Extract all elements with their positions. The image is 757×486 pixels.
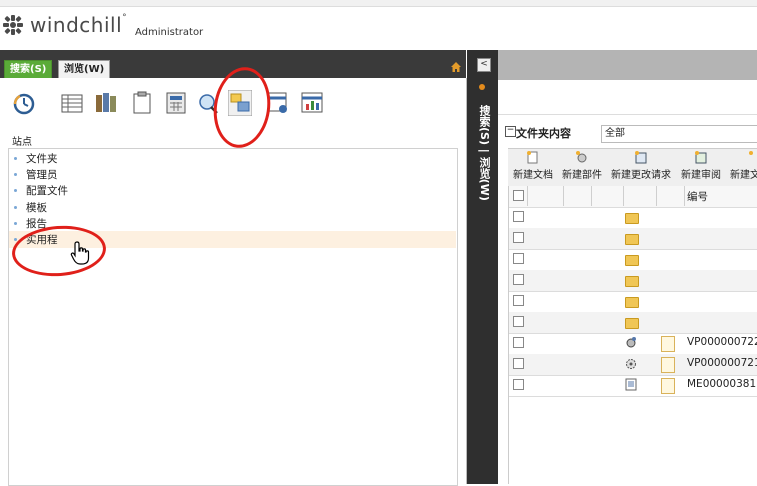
table-row[interactable]: VP000000722 [509,333,757,355]
column-divider [527,186,528,206]
action-label: 新建更改请求 [611,170,671,181]
action-label: 新建部件 [562,170,602,181]
list-icon[interactable] [60,90,84,116]
tree-item-folders[interactable]: 文件夹 [14,151,58,167]
tree-item-label: 管理员 [26,169,58,181]
table-row[interactable] [509,228,757,250]
pin-dot-icon [479,84,485,90]
select-all-checkbox[interactable] [513,190,524,201]
new-document-button[interactable]: 新建文档 [513,151,553,181]
logo-trademark: ° [122,13,128,23]
row-checkbox[interactable] [513,379,524,390]
document-status-icon [661,357,675,373]
row-checkbox[interactable] [513,316,524,327]
windchill-logo-text: windchill° [30,13,127,37]
row-checkbox[interactable] [513,253,524,264]
row-checkbox[interactable] [513,337,524,348]
table-row[interactable] [509,291,757,313]
folder-icon [625,297,639,308]
row-number[interactable]: ME00000381 [687,378,756,390]
recent-icon[interactable] [12,90,36,116]
action-label: 新建文 [730,170,757,181]
navigator-toolbar [8,90,338,120]
part-assembly-icon [626,337,636,348]
folder-icon [625,213,639,224]
site-label: 站点 [12,137,32,148]
table-row[interactable] [509,249,757,271]
row-checkbox[interactable] [513,358,524,369]
new-more-button[interactable]: 新建文 [730,151,757,181]
windchill-logo-icon [3,15,23,35]
row-checkbox[interactable] [513,295,524,306]
table-header-row: 编号 [509,186,757,208]
new-change-request-button[interactable]: 新建更改请求 [611,151,671,181]
column-divider [591,186,592,206]
logo-wordmark: windchill [30,13,123,37]
actions-toolbar: 新建文档 新建部件 新建更改请求 新建审阅 新建文 [508,148,757,187]
column-divider [684,186,685,206]
navigation-tree [8,148,458,486]
folder-icon [625,255,639,266]
home-icon[interactable] [450,61,462,73]
action-label: 新建文档 [513,170,553,181]
folder-contents-table: 编号 VP000000722 VP000000721 ME00000381 [508,186,757,484]
right-panel-subheader [498,80,757,115]
browser-top-strip [0,0,757,7]
tree-bullet-icon [14,206,17,209]
new-more-icon [749,151,753,155]
row-checkbox[interactable] [513,211,524,222]
calculator-icon[interactable] [164,90,188,116]
table-row[interactable] [509,207,757,229]
new-part-button[interactable]: 新建部件 [562,151,602,181]
tree-item-profiles[interactable]: 配置文件 [14,183,68,199]
document-status-icon [661,336,675,352]
new-part-icon [576,151,587,163]
view-filter-select[interactable]: 全部 [601,125,757,143]
tab-browse[interactable]: 浏览(W) [58,60,111,78]
tree-bullet-icon [14,157,17,160]
tree-item-label: 模板 [26,202,47,214]
row-checkbox[interactable] [513,232,524,243]
folder-contents-title: 文件夹内容 [516,127,571,140]
right-panel-header [498,50,757,80]
table-row[interactable]: ME00000381 [509,375,757,397]
books-icon[interactable] [94,90,118,116]
row-number[interactable]: VP000000721 [687,357,757,369]
tree-item-label: 配置文件 [26,185,68,197]
vertical-tab-label[interactable]: 搜索(S) | 浏览(W) [476,105,492,201]
tree-bullet-icon [14,222,17,225]
report-icon[interactable] [300,90,324,116]
folder-icon [625,234,639,245]
table-row[interactable] [509,312,757,334]
tree-item-templates[interactable]: 模板 [14,200,47,216]
column-divider [656,186,657,206]
document-status-icon [661,378,675,394]
folder-icon [625,276,639,287]
user-role-label: Administrator [135,27,204,38]
table-row[interactable]: VP000000721 [509,354,757,376]
tree-item-administrators[interactable]: 管理员 [14,167,58,183]
column-divider [623,186,624,206]
row-checkbox[interactable] [513,274,524,285]
column-divider [563,186,564,206]
column-header-number[interactable]: 编号 [687,189,708,204]
part-gear-icon [626,359,636,369]
tree-bullet-icon [14,173,17,176]
new-review-icon [695,151,707,164]
collapse-left-panel-button[interactable]: < [477,58,491,72]
row-number[interactable]: VP000000722 [687,336,757,348]
folder-icon [625,318,639,329]
new-review-button[interactable]: 新建审阅 [681,151,721,181]
tree-bullet-icon [14,189,17,192]
collapse-section-icon[interactable]: − [505,126,516,137]
document-icon [625,378,637,391]
action-label: 新建审阅 [681,170,721,181]
tab-search[interactable]: 搜索(S) [4,60,53,78]
tree-item-label: 文件夹 [26,153,58,165]
clipboard-icon[interactable] [130,90,154,116]
new-document-icon [527,151,538,164]
table-row[interactable] [509,270,757,292]
new-change-request-icon [635,151,647,164]
